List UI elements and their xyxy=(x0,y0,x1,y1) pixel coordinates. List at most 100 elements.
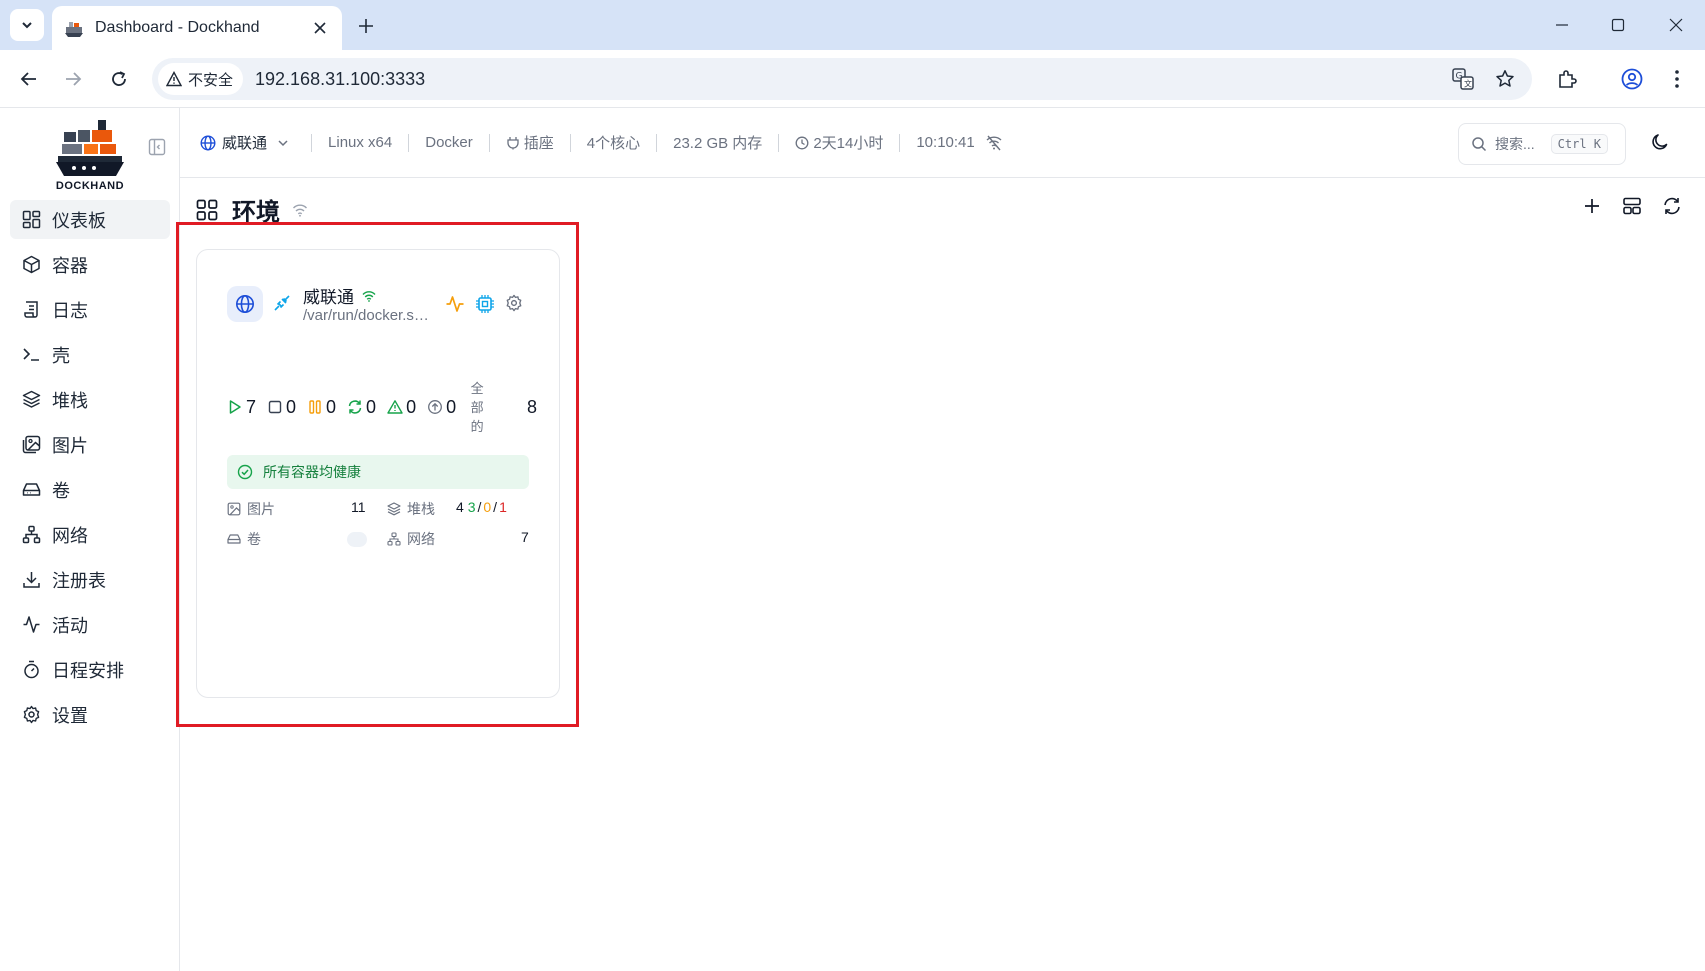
separator xyxy=(899,133,901,152)
browser-tab-dashboard[interactable]: Dashboard - Dockhand xyxy=(52,6,342,50)
bookmark-button[interactable] xyxy=(1490,64,1520,94)
download-icon xyxy=(23,572,40,588)
stat-running[interactable]: 7 xyxy=(227,397,256,418)
arrow-up-circle-icon xyxy=(428,400,443,414)
wifi-off-icon xyxy=(986,135,1002,150)
tab-search-button[interactable] xyxy=(10,9,44,41)
globe-icon xyxy=(236,295,254,313)
extensions-button[interactable] xyxy=(1552,64,1582,94)
new-tab-button[interactable] xyxy=(352,12,380,40)
total-count: 8 xyxy=(526,396,537,417)
translate-button[interactable]: G文 xyxy=(1448,64,1478,94)
dockhand-logo[interactable]: DOCKHAND xyxy=(54,118,126,194)
sidebar-item-label: 卷 xyxy=(52,480,70,501)
theme-toggle-button[interactable] xyxy=(1650,132,1674,156)
restarting-count: 0 xyxy=(366,396,377,417)
engine-info: Docker xyxy=(425,134,473,151)
star-icon xyxy=(1496,70,1514,87)
stat-unhealthy[interactable]: 0 xyxy=(387,397,416,418)
address-bar[interactable]: 不安全 192.168.31.100:3333 G文 xyxy=(152,58,1532,100)
separator xyxy=(488,133,490,152)
browser-menu-button[interactable] xyxy=(1662,64,1692,94)
stacks-total: 4 xyxy=(456,499,464,515)
refresh-icon xyxy=(348,400,362,414)
collapse-sidebar-button[interactable] xyxy=(148,138,168,158)
stat-pending[interactable]: 0 xyxy=(427,397,456,418)
forward-button[interactable] xyxy=(58,64,88,94)
cpu-cores-info: 4个核心 xyxy=(586,135,641,152)
sidebar-item-shell[interactable]: 壳 xyxy=(10,335,170,374)
close-icon xyxy=(314,22,326,34)
tab-close-button[interactable] xyxy=(310,18,330,38)
dockhand-favicon-icon xyxy=(65,22,83,37)
window-close-button[interactable] xyxy=(1654,10,1698,40)
hard-drive-icon xyxy=(22,483,41,496)
sidebar-item-activity[interactable]: 活动 xyxy=(10,605,170,644)
sidebar-item-dashboard[interactable]: 仪表板 xyxy=(10,200,170,239)
volumes-resource[interactable]: 卷 xyxy=(227,529,261,549)
layout-toggle-button[interactable] xyxy=(1622,196,1646,220)
separator xyxy=(778,133,780,152)
sidebar-item-label: 堆栈 xyxy=(52,390,88,411)
profile-button[interactable] xyxy=(1617,64,1647,94)
sidebar-item-registries[interactable]: 注册表 xyxy=(10,560,170,599)
stat-stopped[interactable]: 0 xyxy=(267,397,296,418)
search-shortcut: Ctrl K xyxy=(1550,134,1609,154)
volumes-label: 卷 xyxy=(247,531,261,547)
environment-selector[interactable]: 威联通 xyxy=(200,132,295,153)
sidebar-item-stacks[interactable]: 堆栈 xyxy=(10,380,170,419)
security-indicator[interactable]: 不安全 xyxy=(158,63,244,95)
reload-icon xyxy=(112,71,126,86)
translate-icon: G文 xyxy=(1452,68,1474,90)
environment-card-title: 威联通 xyxy=(303,283,376,308)
network-icon xyxy=(387,532,401,546)
environment-card[interactable]: 威联通 /var/run/docker.sock 7 0 0 0 0 0 全部的… xyxy=(196,249,560,698)
sidebar-item-images[interactable]: 图片 xyxy=(10,425,170,464)
uptime-info: 2天14小时 xyxy=(795,132,883,153)
environment-settings-button[interactable] xyxy=(505,294,523,312)
sidebar-item-label: 活动 xyxy=(52,615,88,636)
puzzle-icon xyxy=(1559,70,1577,88)
network-icon xyxy=(22,525,41,544)
box-icon xyxy=(23,255,40,274)
sidebar-item-label: 仪表板 xyxy=(52,210,106,231)
sidebar-item-containers[interactable]: 容器 xyxy=(10,245,170,284)
images-icon xyxy=(22,435,41,454)
search-input[interactable]: 搜索... Ctrl K xyxy=(1458,123,1626,165)
environment-type-badge xyxy=(227,286,263,322)
cpu-icon xyxy=(476,295,494,313)
sidebar-item-networks[interactable]: 网络 xyxy=(10,515,170,554)
window-maximize-button[interactable] xyxy=(1596,10,1640,40)
networks-count: 7 xyxy=(521,529,529,545)
layout-icon xyxy=(1623,197,1641,215)
reload-button[interactable] xyxy=(104,64,134,94)
wifi-icon xyxy=(292,204,308,217)
images-label: 图片 xyxy=(247,501,275,517)
account-icon xyxy=(1621,68,1643,90)
sidebar-item-settings[interactable]: 设置 xyxy=(10,695,170,734)
stat-restarting[interactable]: 0 xyxy=(347,397,376,418)
cpu-monitor-button[interactable] xyxy=(475,294,495,314)
dashboard-icon xyxy=(22,210,41,229)
sidebar-item-schedules[interactable]: 日程安排 xyxy=(10,650,170,689)
refresh-button[interactable] xyxy=(1662,196,1686,220)
wifi-icon xyxy=(362,290,376,302)
grid-icon xyxy=(196,199,218,220)
back-button[interactable] xyxy=(14,64,44,94)
add-environment-button[interactable] xyxy=(1582,196,1606,220)
sidebar-item-label: 日程安排 xyxy=(52,660,124,681)
check-circle-icon xyxy=(237,464,253,480)
url-text[interactable]: 192.168.31.100:3333 xyxy=(255,69,1448,90)
networks-resource[interactable]: 网络 xyxy=(387,529,435,549)
chevron-down-icon xyxy=(278,139,288,146)
sidebar-item-volumes[interactable]: 卷 xyxy=(10,470,170,509)
activity-monitor-button[interactable] xyxy=(445,294,465,314)
panel-left-icon xyxy=(148,138,166,156)
stat-paused[interactable]: 0 xyxy=(307,397,336,418)
stacks-resource[interactable]: 堆栈 xyxy=(387,499,435,519)
sidebar-item-label: 网络 xyxy=(52,525,88,546)
window-minimize-button[interactable] xyxy=(1540,10,1584,40)
alert-triangle-icon xyxy=(387,400,403,414)
sidebar-item-logs[interactable]: 日志 xyxy=(10,290,170,329)
images-resource[interactable]: 图片 xyxy=(227,499,275,519)
